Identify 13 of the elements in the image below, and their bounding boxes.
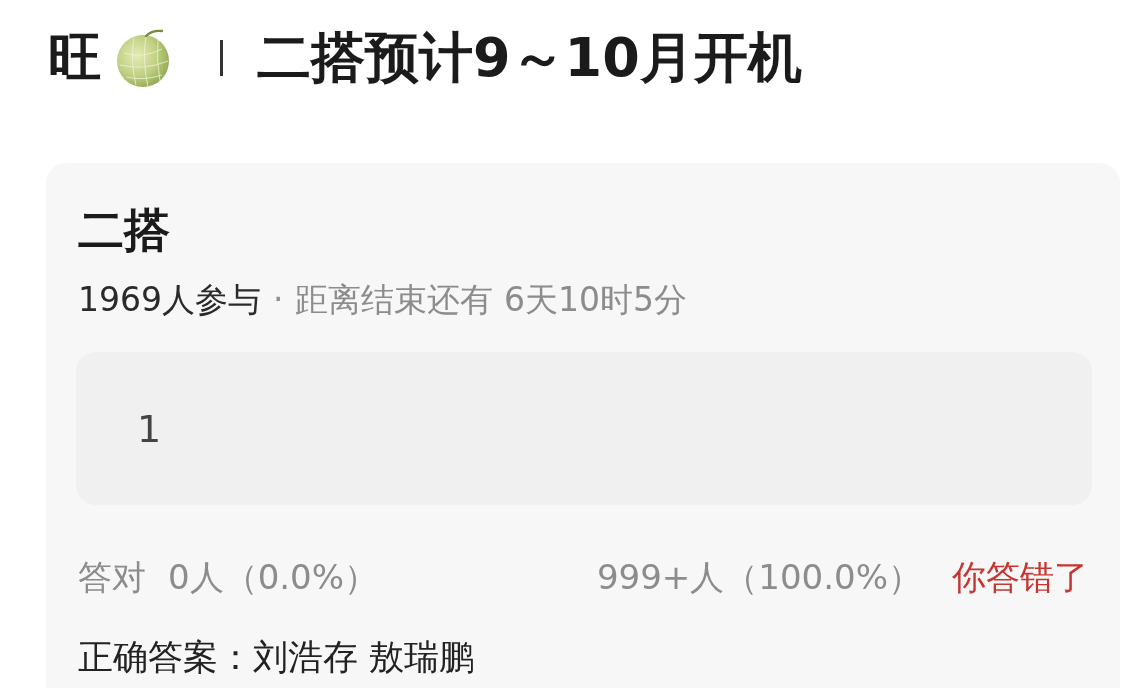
melon-icon xyxy=(116,29,172,87)
verdict-text: 你答错了 xyxy=(952,556,1088,599)
title-text: 旺 xyxy=(48,26,102,90)
correct-answer-text: 正确答案：刘浩存 敖瑞鹏 xyxy=(77,636,476,679)
quiz-title: 二搭 xyxy=(77,203,171,257)
wrong-count: 999+人（100.0%） xyxy=(596,556,922,599)
answer-option[interactable]: 1 xyxy=(76,352,1092,505)
participant-count: 1969人参与 xyxy=(78,280,261,320)
correct-label: 答对 xyxy=(78,556,146,599)
separator-dot: · xyxy=(273,280,284,320)
countdown-text: 距离结束还有 6天10时5分 xyxy=(295,280,687,320)
title-text: 二搭预计9～10月开机 xyxy=(257,26,802,90)
correct-count: 0人（0.0%） xyxy=(168,556,378,599)
